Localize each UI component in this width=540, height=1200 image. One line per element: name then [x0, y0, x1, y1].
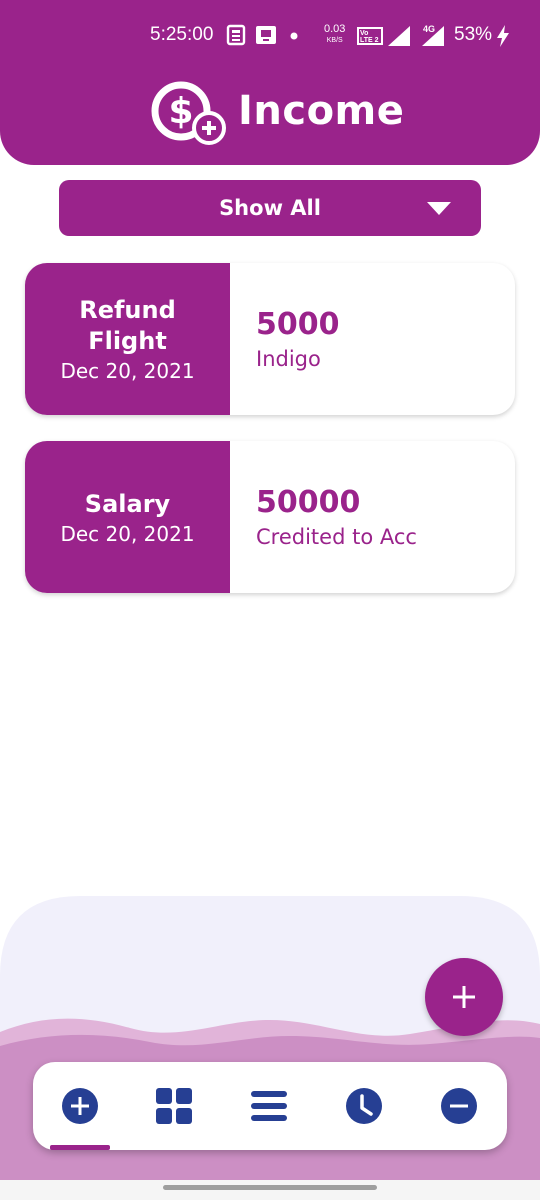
card-date: Dec 20, 2021 — [60, 521, 195, 546]
network-speed-unit: KB/S — [326, 37, 343, 44]
income-card[interactable]: Salary Dec 20, 2021 50000 Credited to Ac… — [25, 441, 515, 593]
nav-item-dashboard[interactable] — [152, 1084, 196, 1128]
card-details: 5000 Indigo — [256, 263, 515, 415]
gesture-home-bar[interactable] — [163, 1185, 377, 1190]
minus-circle-icon — [441, 1088, 477, 1124]
active-tab-indicator — [50, 1145, 110, 1150]
charging-icon — [497, 25, 509, 47]
status-time: 5:25:00 — [150, 24, 214, 45]
filter-label: Show All — [219, 196, 321, 220]
plus-icon — [453, 986, 475, 1008]
page-title-group: $ Income — [150, 80, 404, 146]
nav-item-expense[interactable] — [437, 1084, 481, 1128]
nav-item-history[interactable] — [342, 1084, 386, 1128]
app-header: 5:25:00 0.03 KB/S Vo LTE 2 4G 53% $ Inco… — [0, 0, 540, 165]
card-date: Dec 20, 2021 — [60, 359, 195, 383]
bottom-wave-background — [0, 896, 540, 1200]
page-title: Income — [238, 88, 405, 134]
bottom-nav — [33, 1062, 507, 1150]
filter-dropdown[interactable]: Show All — [59, 180, 481, 236]
network-speed-value: 0.03 — [324, 23, 346, 35]
card-details: 50000 Credited to Acc — [256, 441, 515, 593]
status-bar: 5:25:00 0.03 KB/S Vo LTE 2 4G 53% — [0, 0, 540, 72]
card-category: Refund Flight — [79, 296, 176, 355]
card-description: Credited to Acc — [256, 525, 417, 549]
card-category-panel: Salary Dec 20, 2021 — [25, 441, 230, 593]
income-card[interactable]: Refund Flight Dec 20, 2021 5000 Indigo — [25, 263, 515, 415]
nav-item-income[interactable] — [58, 1084, 102, 1128]
card-category-panel: Refund Flight Dec 20, 2021 — [25, 263, 230, 415]
caret-down-icon — [427, 202, 451, 215]
signal-icon — [388, 26, 410, 46]
signal-4g-icon — [422, 26, 444, 46]
add-income-fab[interactable] — [425, 958, 503, 1036]
menu-icon — [251, 1091, 287, 1121]
dot-indicator-icon — [290, 32, 298, 40]
card-amount: 50000 — [256, 485, 361, 520]
card-amount: 5000 — [256, 307, 340, 342]
clock-icon — [346, 1088, 382, 1124]
volte-badge: Vo LTE 2 — [357, 27, 383, 45]
network-speed: 0.03 KB/S — [324, 24, 345, 46]
plus-circle-icon — [62, 1088, 98, 1124]
battery-percent: 53% — [454, 24, 493, 45]
nav-item-list[interactable] — [247, 1084, 291, 1128]
dollar-plus-icon: $ — [151, 81, 226, 145]
card-category: Salary — [84, 489, 171, 518]
grid-icon — [156, 1088, 192, 1124]
card-description: Indigo — [256, 347, 321, 371]
screen-notification-icon — [256, 26, 276, 44]
news-notification-icon — [226, 24, 246, 46]
svg-text:$: $ — [168, 91, 193, 132]
